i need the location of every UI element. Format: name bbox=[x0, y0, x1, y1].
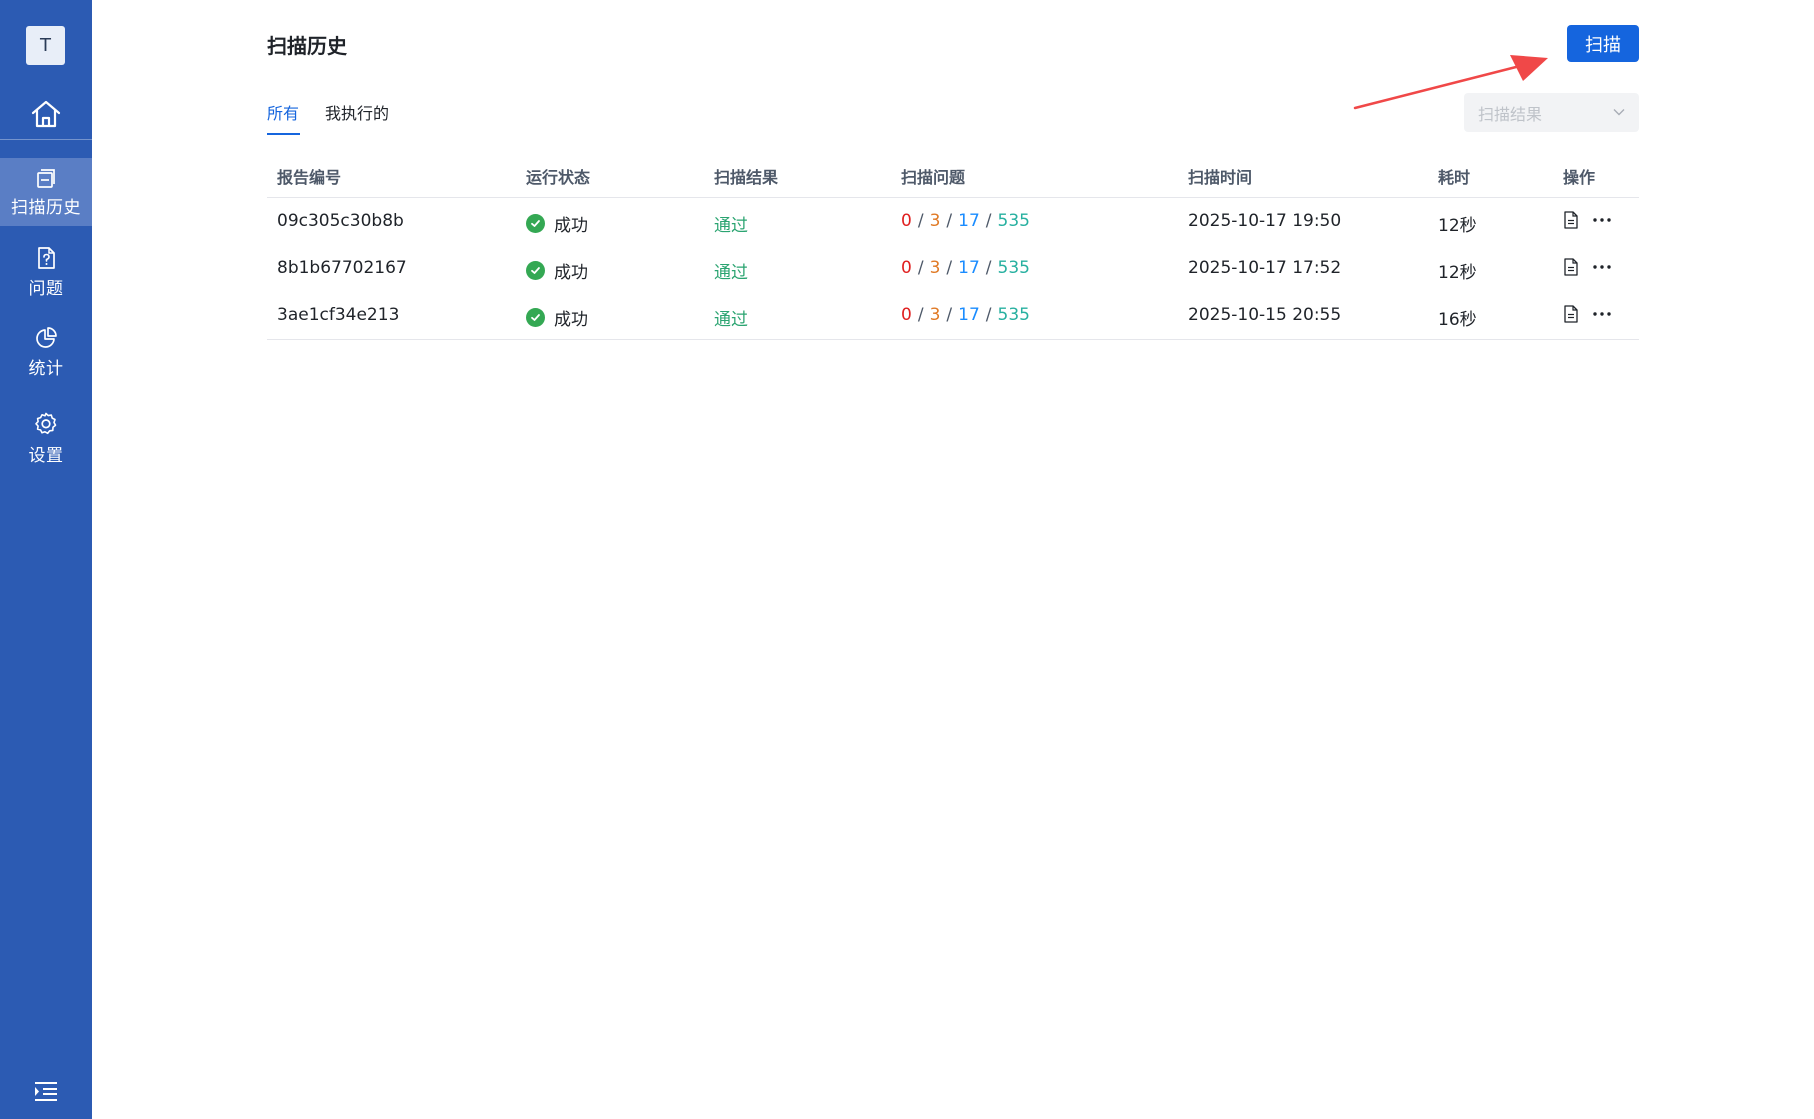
sidebar-divider bbox=[0, 139, 92, 140]
issue-count-high: 3 bbox=[929, 305, 941, 325]
report-document-icon[interactable] bbox=[1563, 211, 1579, 229]
scan-result: 通过 bbox=[714, 310, 748, 330]
issue-count-low: 535 bbox=[997, 305, 1030, 325]
sidebar-toggle-button[interactable] bbox=[33, 1080, 59, 1102]
sidebar-item-label: 统计 bbox=[28, 358, 64, 379]
report-id[interactable]: 09c305c30b8b bbox=[277, 211, 404, 231]
run-status: 成功 bbox=[526, 305, 588, 330]
sidebar-item-scan-history[interactable]: 扫描历史 bbox=[0, 158, 92, 226]
issue-separator: / bbox=[917, 211, 924, 231]
issue-count-high: 3 bbox=[929, 211, 941, 231]
more-icon[interactable] bbox=[1592, 217, 1612, 223]
issue-count-medium: 17 bbox=[958, 211, 980, 231]
run-status: 成功 bbox=[526, 258, 588, 283]
row-actions bbox=[1563, 258, 1612, 276]
avatar[interactable]: T bbox=[26, 26, 65, 65]
status-text: 成功 bbox=[554, 263, 588, 283]
scan-time: 2025-10-17 19:50 bbox=[1188, 211, 1342, 231]
issue-separator: / bbox=[985, 305, 992, 325]
column-header-scan-issues: 扫描问题 bbox=[901, 168, 966, 187]
filter-placeholder: 扫描结果 bbox=[1478, 104, 1543, 124]
gear-icon bbox=[35, 412, 57, 434]
table-header: 报告编号 运行状态 扫描结果 扫描问题 扫描时间 耗时 操作 bbox=[267, 150, 1639, 198]
column-header-run-status: 运行状态 bbox=[526, 168, 591, 187]
column-header-scan-time: 扫描时间 bbox=[1188, 168, 1253, 187]
column-header-scan-result: 扫描结果 bbox=[714, 168, 779, 187]
column-header-actions: 操作 bbox=[1563, 168, 1596, 187]
scan-duration: 12秒 bbox=[1438, 263, 1477, 283]
scan-time: 2025-10-17 17:52 bbox=[1188, 258, 1342, 278]
more-icon[interactable] bbox=[1592, 311, 1612, 317]
sidebar-item-issues[interactable]: 问题 bbox=[0, 238, 92, 306]
issue-separator: / bbox=[985, 258, 992, 278]
chevron-down-icon bbox=[1613, 109, 1625, 116]
table-row[interactable]: 8b1b67702167 成功 通过 0/3/17/535 2025-10-17… bbox=[267, 245, 1639, 292]
report-id[interactable]: 8b1b67702167 bbox=[277, 258, 407, 278]
issue-count-high: 3 bbox=[929, 258, 941, 278]
issue-separator: / bbox=[917, 305, 924, 325]
issue-separator: / bbox=[917, 258, 924, 278]
home-button[interactable] bbox=[0, 88, 92, 140]
issue-counts: 0/3/17/535 bbox=[901, 211, 1030, 231]
column-header-duration: 耗时 bbox=[1438, 168, 1471, 187]
issue-count-medium: 17 bbox=[958, 305, 980, 325]
table-row[interactable]: 09c305c30b8b 成功 通过 0/3/17/535 2025-10-17… bbox=[267, 198, 1639, 245]
issue-count-low: 535 bbox=[997, 258, 1030, 278]
issue-separator: / bbox=[946, 305, 953, 325]
issue-count-critical: 0 bbox=[901, 258, 912, 278]
issue-separator: / bbox=[946, 258, 953, 278]
scan-duration: 16秒 bbox=[1438, 310, 1477, 330]
history-icon bbox=[37, 168, 55, 188]
scan-duration: 12秒 bbox=[1438, 216, 1477, 236]
more-icon[interactable] bbox=[1592, 264, 1612, 270]
report-document-icon[interactable] bbox=[1563, 258, 1579, 276]
issue-count-medium: 17 bbox=[958, 258, 980, 278]
scan-history-table: 报告编号 运行状态 扫描结果 扫描问题 扫描时间 耗时 操作 09c305c30… bbox=[267, 150, 1639, 340]
status-text: 成功 bbox=[554, 310, 588, 330]
report-id[interactable]: 3ae1cf34e213 bbox=[277, 305, 399, 325]
issue-count-critical: 0 bbox=[901, 305, 912, 325]
page-title: 扫描历史 bbox=[267, 34, 347, 58]
issue-separator: / bbox=[946, 211, 953, 231]
scan-button[interactable]: 扫描 bbox=[1567, 25, 1639, 62]
tab-all[interactable]: 所有 bbox=[267, 100, 299, 124]
sidebar-item-label: 设置 bbox=[28, 445, 64, 466]
sidebar-item-settings[interactable]: 设置 bbox=[0, 404, 92, 472]
issue-count-critical: 0 bbox=[901, 211, 912, 231]
run-status: 成功 bbox=[526, 211, 588, 236]
sidebar-item-label: 扫描历史 bbox=[11, 197, 81, 218]
check-circle-icon bbox=[526, 261, 545, 280]
check-circle-icon bbox=[526, 308, 545, 327]
scan-result: 通过 bbox=[714, 216, 748, 236]
status-text: 成功 bbox=[554, 216, 588, 236]
sidebar: T 扫描历史 问题 统计 设置 bbox=[0, 0, 92, 1119]
check-circle-icon bbox=[526, 214, 545, 233]
scan-time: 2025-10-15 20:55 bbox=[1188, 305, 1342, 325]
active-tab-indicator bbox=[267, 133, 300, 135]
issue-count-low: 535 bbox=[997, 211, 1030, 231]
tab-mine[interactable]: 我执行的 bbox=[325, 100, 389, 124]
row-actions bbox=[1563, 211, 1612, 229]
scan-result: 通过 bbox=[714, 263, 748, 283]
pie-chart-icon bbox=[36, 326, 57, 348]
issue-doc-icon bbox=[38, 246, 55, 269]
sidebar-item-label: 问题 bbox=[28, 278, 64, 299]
scan-result-filter-select[interactable]: 扫描结果 bbox=[1464, 93, 1639, 132]
issue-separator: / bbox=[985, 211, 992, 231]
column-header-report-id: 报告编号 bbox=[277, 168, 342, 187]
row-actions bbox=[1563, 305, 1612, 323]
issue-counts: 0/3/17/535 bbox=[901, 305, 1030, 325]
home-icon bbox=[31, 100, 61, 128]
issue-counts: 0/3/17/535 bbox=[901, 258, 1030, 278]
table-row[interactable]: 3ae1cf34e213 成功 通过 0/3/17/535 2025-10-15… bbox=[267, 292, 1639, 340]
report-document-icon[interactable] bbox=[1563, 305, 1579, 323]
sidebar-item-statistics[interactable]: 统计 bbox=[0, 318, 92, 386]
menu-indent-icon bbox=[35, 1082, 57, 1101]
